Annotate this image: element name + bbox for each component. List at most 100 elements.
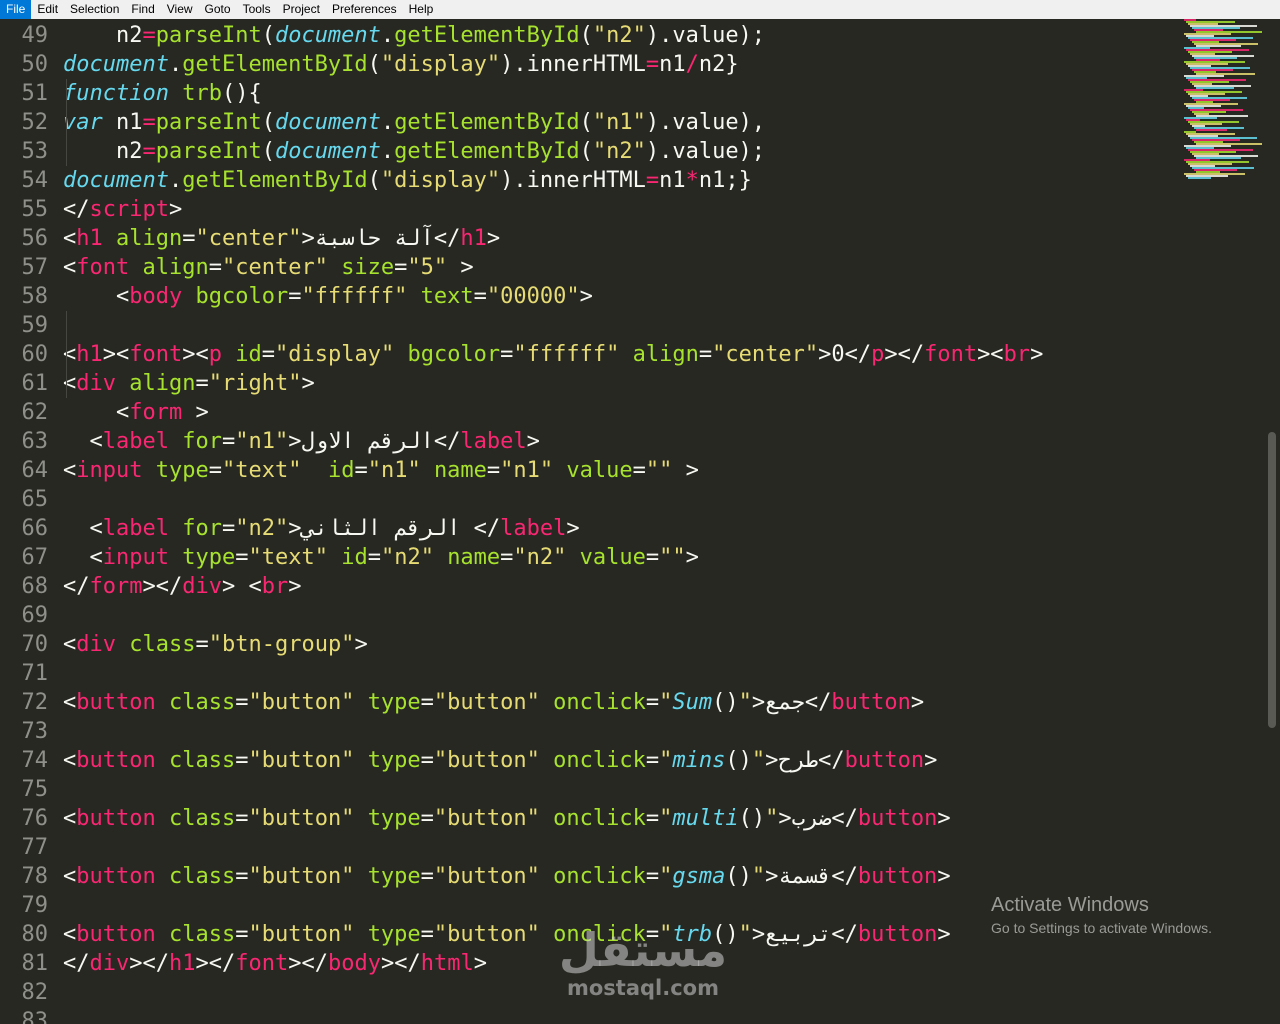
code-line[interactable]: 63 <label for="n1">الرقم الاول</label> [0,427,540,456]
line-number: 53 [21,139,49,164]
code-token: . [168,168,183,193]
code-line[interactable]: 73 [0,717,63,746]
code-line[interactable]: 72 <button class="button" type="button" o… [0,688,925,717]
code-line[interactable]: 79 [0,891,63,920]
code-line[interactable]: 62 <form > [0,398,209,427]
code-token: > < [221,574,262,599]
code-token: > [672,458,699,483]
code-line[interactable]: 67 <input type="text" id="n2" name="n2" … [0,543,699,572]
menu-help[interactable]: Help [403,0,440,19]
code-token: = [288,284,302,309]
code-line[interactable]: 57 <font align="center" size="5" > [0,253,474,282]
code-text: <button class="button" type="button" onc… [63,804,951,833]
code-line[interactable]: 55 </script> [0,195,183,224]
code-line[interactable]: 82 [0,978,63,1007]
code-line[interactable]: 66 <label for="n2">الرقم الثاني </label> [0,514,580,543]
menu-find[interactable]: Find [125,0,160,19]
code-token: button [857,806,938,831]
code-line[interactable]: 50 document.getElementById("display").inn… [0,50,739,79]
code-token: = [367,545,381,570]
code-line[interactable]: 69 [0,601,63,630]
code-line[interactable]: 59 [0,311,63,340]
code-token: = [645,52,660,77]
code-token: class [168,922,236,947]
code-token: < [63,545,103,570]
code-token: h1 [460,226,487,251]
code-token: type [182,545,236,570]
code-line[interactable]: 54 document.getElementById("display").inn… [0,166,752,195]
code-line[interactable]: 76 <button class="button" type="button" o… [0,804,951,833]
code-token: "center" [221,255,328,280]
code-line[interactable]: 64 <input type="text" id="n1" name="n1" v… [0,456,699,485]
code-line[interactable]: 49 n2=parseInt(document.getElementById("… [0,21,766,50]
code-line[interactable]: 83 [0,1007,63,1024]
code-line[interactable]: 60 <h1><font><p id="display" bgcolor="fff… [0,340,1044,369]
menu-project[interactable]: Project [277,0,326,19]
code-token: > [937,922,951,947]
code-token: mins [672,748,726,773]
code-token: h1 [76,342,103,367]
scrollbar-thumb[interactable] [1268,432,1276,728]
code-token: = [195,371,209,396]
minimap[interactable] [1184,19,1262,189]
menu-view[interactable]: View [161,0,199,19]
code-line[interactable]: 56 <h1 align="center">آلة حاسبة</h1> [0,224,501,253]
code-token: </ [63,951,90,976]
code-token: function [63,81,169,106]
menu-file[interactable]: File [0,0,32,19]
code-line[interactable]: 75 [0,775,63,804]
code-token: button [76,922,156,947]
line-number: 65 [21,487,49,512]
menu-goto[interactable]: Goto [199,0,237,19]
code-line[interactable]: 74 <button class="button" type="button" o… [0,746,938,775]
code-token: > [473,951,487,976]
code-token: < [63,864,77,889]
menu-edit[interactable]: Edit [31,0,64,19]
code-line[interactable]: 80 <button class="button" type="button" o… [0,920,951,949]
code-text: <button class="button" type="button" onc… [63,862,951,891]
code-token: = [420,690,434,715]
menu-selection[interactable]: Selection [64,0,125,19]
code-token: br [261,574,289,599]
code-line[interactable]: 52 var n1=parseInt(document.getElementByI… [0,108,766,137]
code-token: > [579,284,593,309]
code-line[interactable]: 81 </div></h1></font></body></html> [0,949,487,978]
code-text: document.getElementById("display").inner… [63,166,752,195]
code-line[interactable]: 70 <div class="btn-group"> [0,630,368,659]
code-line[interactable]: 61 <div align="right"> [0,369,315,398]
code-token: label [500,516,567,541]
code-token: < [63,226,77,251]
code-token: "right" [208,371,302,396]
code-token: > [447,255,474,280]
code-editor[interactable]: 49 n2=parseInt(document.getElementById("… [0,19,1264,1024]
code-line[interactable]: 65 [0,485,63,514]
code-line[interactable]: 77 [0,833,63,862]
code-line[interactable]: 58 <body bgcolor="ffffff" text="00000"> [0,282,593,311]
watermark-url: mostaql.com [567,976,719,1000]
code-token: type [367,806,421,831]
code-token: < [63,458,77,483]
code-token: var [63,110,103,135]
code-line[interactable]: 68 </form></div> <br> [0,572,302,601]
menu-tools[interactable]: Tools [237,0,277,19]
code-line[interactable]: 78 <button class="button" type="button" o… [0,862,951,891]
code-token: "00000" [486,284,580,309]
code-token: ).value), [645,110,766,135]
code-line[interactable]: 51 function trb(){ [0,79,262,108]
code-token: bgcolor [195,284,289,309]
code-token: < [63,806,77,831]
code-token: "ffffff" [301,284,408,309]
code-token: = [221,516,236,541]
code-token: align [632,342,699,367]
code-token: document [274,139,381,164]
code-line[interactable]: 71 [0,659,63,688]
menu-preferences[interactable]: Preferences [326,0,403,19]
code-line[interactable]: 53 n2=parseInt(document.getElementById("… [0,137,766,166]
